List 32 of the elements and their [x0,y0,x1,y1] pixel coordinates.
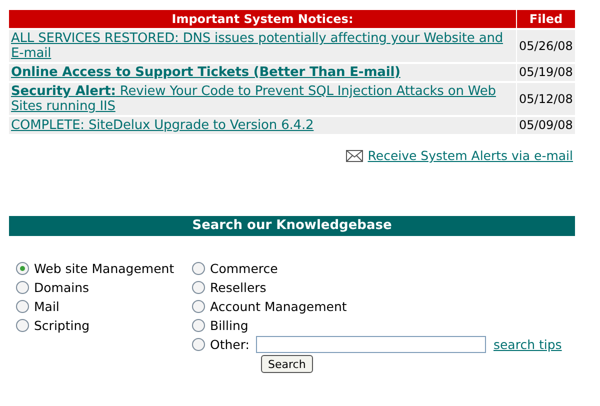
radio-button[interactable] [192,338,205,351]
radio-button[interactable] [16,281,29,294]
input-field[interactable] [256,336,486,353]
radio-button[interactable] [16,319,29,332]
column-header: Important System Notices: [9,10,516,28]
option-label: Resellers [210,280,266,295]
table-cell: 05/19/08 [517,64,575,81]
option-label: Other: [210,337,250,352]
radio-button[interactable] [192,300,205,313]
option-label: Account Management [210,299,347,314]
option-label: Web site Management [34,261,174,276]
table-cell: 05/26/08 [517,30,575,62]
radio-button[interactable] [16,300,29,313]
option-label: Billing [210,318,248,333]
radio-button[interactable] [192,319,205,332]
search-button[interactable]: Search [261,355,313,373]
option-label: Mail [34,299,60,314]
section-header: Search our Knowledgebase [9,216,575,236]
option-label: Scripting [34,318,90,333]
radio-button[interactable] [192,281,205,294]
envelope-icon [346,150,363,162]
notice-link[interactable]: ALL SERVICES RESTORED: DNS issues potentially affecting your Website and E-mail [11,31,514,61]
radio-button[interactable] [16,262,29,275]
radio-button[interactable] [192,262,205,275]
alerts-link[interactable]: Receive System Alerts via e-mail [368,148,573,163]
notice-link[interactable]: Security Alert: Review Your Code to Prevent SQL Injection Attacks on Web Sites running IIS [11,84,514,114]
option-label: Commerce [210,261,278,276]
table-cell: 05/12/08 [517,83,575,115]
search-tips-link[interactable]: search tips [493,337,562,352]
table-cell: 05/09/08 [517,117,575,134]
option-label: Domains [34,280,90,295]
column-header: Filed [517,10,575,28]
